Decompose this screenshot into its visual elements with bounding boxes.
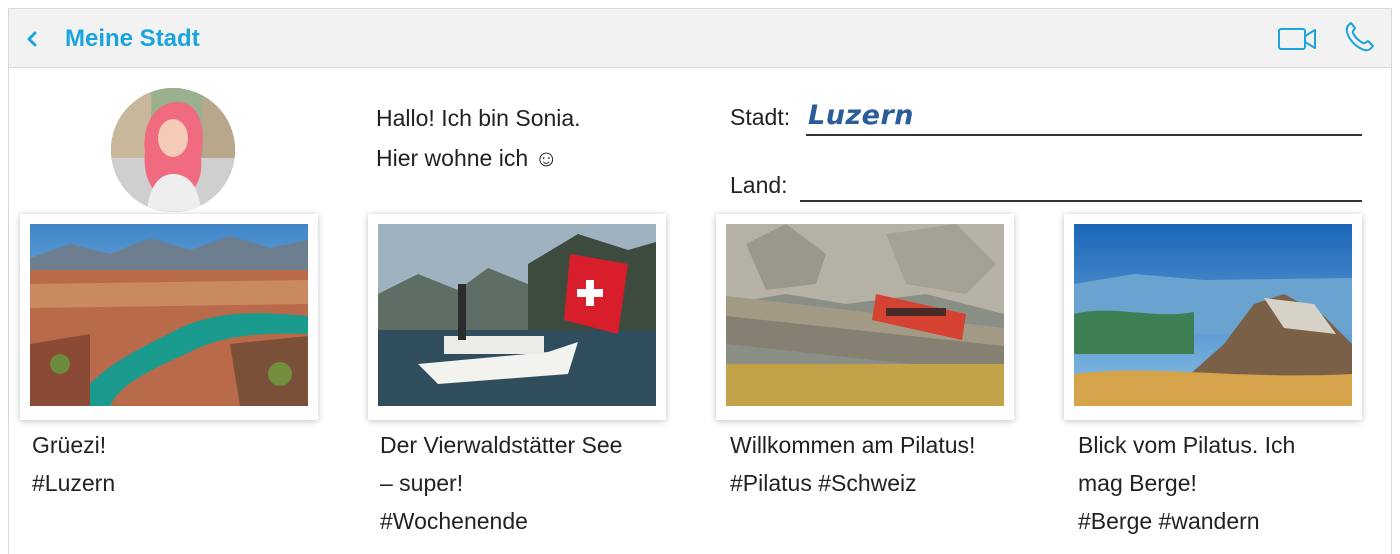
greeting-line: Hallo! Ich bin Sonia. [376,105,581,131]
caption-line: #Pilatus #Schweiz [730,470,917,496]
caption-line: Grüezi! [32,432,107,458]
phone-icon[interactable] [1341,19,1377,55]
caption-line: – super! [380,470,464,496]
chevron-left-icon [27,31,37,47]
post-caption: Willkommen am Pilatus! #Pilatus #Schweiz [730,426,1050,502]
post-photo [30,224,308,406]
post-photo [378,224,656,406]
post-caption: Blick vom Pilatus. Ich mag Berge! #Berge… [1078,426,1398,540]
caption-line: Der Vierwaldstätter See [380,432,623,458]
post-photo-card[interactable] [368,214,666,420]
land-label: Land: [730,172,788,198]
caption-line: mag Berge! [1078,470,1197,496]
post-photo-card[interactable] [1064,214,1362,420]
caption-line: Blick vom Pilatus. Ich [1078,432,1296,458]
post-photo-card[interactable] [20,214,318,420]
caption-line: #Wochenende [380,508,528,534]
greeting-text: Hallo! Ich bin Sonia. Hier wohne ich ☺ [376,98,676,178]
page-title: Meine Stadt [65,25,200,52]
post-photo-card[interactable] [716,214,1014,420]
caption-line: #Berge #wandern [1078,508,1260,534]
caption-line: Willkommen am Pilatus! [730,432,976,458]
avatar-photo [111,88,235,212]
stadt-underline[interactable] [806,134,1362,136]
greeting-line: Hier wohne ich ☺ [376,145,559,171]
post-photo [1074,224,1352,406]
stadt-value[interactable]: Luzern [808,100,914,132]
post-caption: Grüezi! #Luzern [32,426,352,502]
caption-line: #Luzern [32,470,116,496]
avatar[interactable] [111,88,235,212]
stadt-label: Stadt: [730,104,791,130]
post-photo [726,224,1004,406]
back-button[interactable] [25,23,51,53]
land-input[interactable] [800,200,1362,202]
top-bar: Meine Stadt [8,8,1392,68]
post-caption: Der Vierwaldstätter See – super! #Wochen… [380,426,700,540]
video-camera-icon[interactable] [1277,23,1319,53]
